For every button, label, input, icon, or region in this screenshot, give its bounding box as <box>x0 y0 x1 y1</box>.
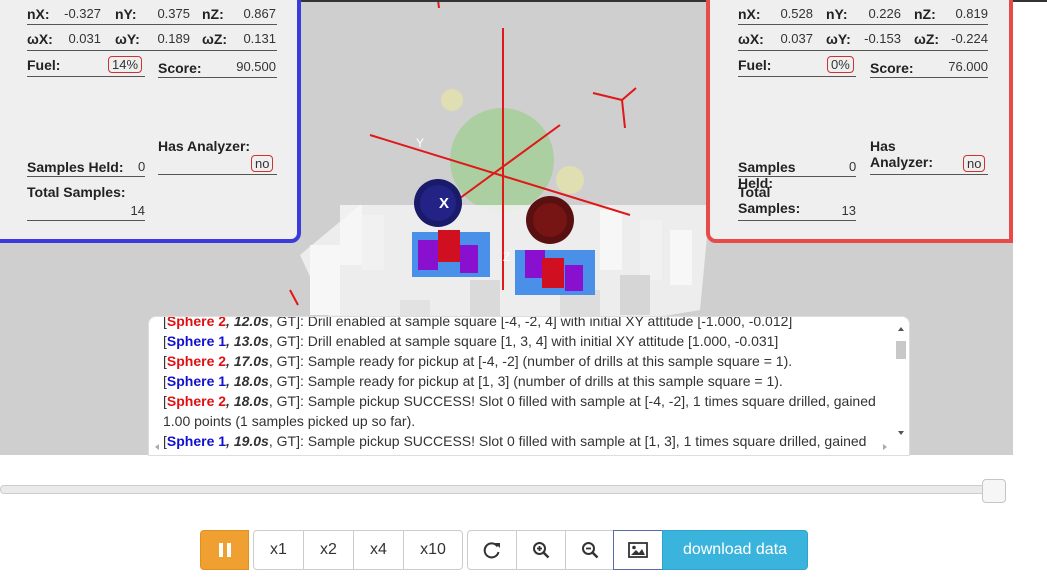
zone-sphere-yellow-2 <box>556 166 584 194</box>
speed-x2-button[interactable]: x2 <box>303 530 354 570</box>
value-has-analyzer: no <box>963 155 986 172</box>
log-entry-time: 18.0s <box>233 393 269 409</box>
log-vertical-scrollbar[interactable] <box>895 323 907 437</box>
pause-button[interactable] <box>200 530 249 570</box>
log-entry-time: 18.0s <box>233 373 269 389</box>
log-entry: [Sphere 2, 17.0s, GT]: Sample ready for … <box>163 353 793 369</box>
value-nx: -0.327 <box>64 6 101 21</box>
value-wy: -0.153 <box>864 31 901 46</box>
log-entry-separator: , <box>226 353 234 369</box>
label-total-samples: Total Samples: <box>27 184 126 200</box>
axis-label-y: Y <box>416 136 425 150</box>
log-entry-separator: , <box>226 333 234 349</box>
log-horizontal-scrollbar[interactable] <box>151 441 891 453</box>
zone-sphere-yellow <box>441 89 463 111</box>
label-nx: nX: <box>738 6 761 22</box>
label-samples-held: Samples Held: <box>27 159 124 175</box>
image-icon <box>628 542 648 558</box>
speed-x1-button[interactable]: x1 <box>253 530 304 570</box>
value-nx: 0.528 <box>780 6 813 21</box>
label-wx: ωX: <box>738 31 764 47</box>
event-log-content: [Sphere 2, 12.0s, GT]: Drill enabled at … <box>163 316 883 451</box>
label-has-analyzer: Has Analyzer: <box>158 138 251 154</box>
value-nz: 0.819 <box>955 6 988 21</box>
value-samples-held: 0 <box>849 159 857 174</box>
log-entry-separator: , <box>226 393 234 409</box>
log-entry-source: Sphere 2 <box>166 353 227 369</box>
speed-x10-button[interactable]: x10 <box>403 530 463 570</box>
timeline-slider-track[interactable] <box>0 485 1004 494</box>
value-score: 90.500 <box>236 59 276 74</box>
log-entry-message: , GT]: Sample ready for pickup at [-4, -… <box>268 353 793 369</box>
value-ny: 0.226 <box>868 6 901 21</box>
value-nz: 0.867 <box>243 6 276 21</box>
refresh-icon <box>483 542 500 559</box>
reset-view-button[interactable] <box>467 530 517 570</box>
zoom-out-icon <box>581 542 598 559</box>
value-fuel: 0% <box>827 56 854 73</box>
label-fuel: Fuel: <box>738 57 772 73</box>
value-ny: 0.375 <box>157 6 190 21</box>
log-entry-separator: , <box>226 373 234 389</box>
log-entry-message: , GT]: Sample ready for pickup at [1, 3]… <box>268 373 783 389</box>
label-nz: nZ: <box>202 6 224 22</box>
log-entry-separator: , <box>226 316 234 329</box>
value-total-samples: 13 <box>841 203 856 218</box>
log-entry-time: 12.0s <box>233 316 269 329</box>
speed-x4-button[interactable]: x4 <box>353 530 404 570</box>
log-entry-source: Sphere 2 <box>166 316 227 329</box>
label-wy: ωY: <box>826 31 851 47</box>
robot-panel-sphere-2: nX: 0.528 nY: 0.226 nZ: 0.819 ωX: 0.037 … <box>706 0 1013 243</box>
axis-label-z: Z <box>503 250 511 264</box>
value-wz: -0.224 <box>951 31 988 46</box>
label-fuel: Fuel: <box>27 57 61 73</box>
value-wx: 0.031 <box>68 31 101 46</box>
log-entry-message: , GT]: Drill enabled at sample square [-… <box>268 316 793 329</box>
label-wx: ωX: <box>27 31 53 47</box>
value-score: 76.000 <box>948 59 988 74</box>
axis-label-x: X <box>439 195 450 212</box>
log-entry-source: Sphere 2 <box>166 393 227 409</box>
label-score: Score: <box>158 60 202 76</box>
log-entry: [Sphere 1, 13.0s, GT]: Drill enabled at … <box>163 333 779 349</box>
label-wy: ωY: <box>115 31 140 47</box>
value-total-samples: 14 <box>130 203 145 218</box>
label-ny: nY: <box>115 6 137 22</box>
log-entry-time: 13.0s <box>233 333 269 349</box>
timeline-slider-handle[interactable] <box>982 479 1006 503</box>
label-wz: ωZ: <box>914 31 940 47</box>
robot-panel-sphere-1: nX: -0.327 nY: 0.375 nZ: 0.867 ωX: 0.031… <box>0 0 301 243</box>
label-wz: ωZ: <box>202 31 228 47</box>
log-entry-source: Sphere 1 <box>166 373 227 389</box>
value-wy: 0.189 <box>157 31 190 46</box>
value-samples-held: 0 <box>138 159 146 174</box>
pause-icon <box>218 543 231 557</box>
label-total-samples: Total Samples: <box>738 184 801 216</box>
screenshot-button[interactable] <box>613 530 663 570</box>
log-entry-message: , GT]: Drill enabled at sample square [1… <box>268 333 779 349</box>
label-ny: nY: <box>826 6 848 22</box>
label-nx: nX: <box>27 6 50 22</box>
zoom-in-button[interactable] <box>516 530 566 570</box>
log-entry-time: 17.0s <box>233 353 269 369</box>
value-wx: 0.037 <box>780 31 813 46</box>
zoom-out-button[interactable] <box>565 530 614 570</box>
log-entry: [Sphere 2, 18.0s, GT]: Sample pickup SUC… <box>163 393 876 429</box>
value-fuel: 14% <box>108 56 143 73</box>
zoom-in-icon <box>533 542 550 559</box>
log-entry-message: , GT]: Sample pickup SUCCESS! Slot 0 fil… <box>163 393 876 429</box>
log-entry-source: Sphere 1 <box>166 333 227 349</box>
log-entry: [Sphere 1, 18.0s, GT]: Sample ready for … <box>163 373 783 389</box>
download-data-button[interactable]: download data <box>662 530 808 570</box>
value-has-analyzer: no <box>251 155 274 172</box>
label-has-analyzer: Has Analyzer: <box>870 138 934 170</box>
log-entry: [Sphere 2, 12.0s, GT]: Drill enabled at … <box>163 316 883 331</box>
label-nz: nZ: <box>914 6 936 22</box>
value-wz: 0.131 <box>243 31 276 46</box>
event-log[interactable]: [Sphere 2, 12.0s, GT]: Drill enabled at … <box>148 316 910 456</box>
label-score: Score: <box>870 60 914 76</box>
